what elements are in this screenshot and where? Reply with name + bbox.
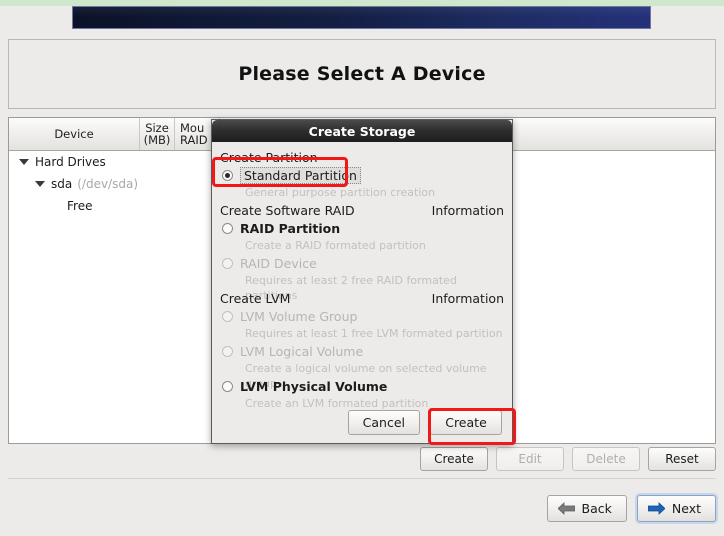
row-device-name: Free [67,199,93,213]
triangle-down-icon[interactable] [35,181,45,187]
option-raid-partition-description: Create a RAID formated partition [245,239,426,252]
triangle-down-icon[interactable] [19,159,29,165]
row-device-cell: sda (/dev/sda) [9,177,166,191]
edit-button: Edit [496,447,564,471]
section-header-create-software-raid: Create Software RAID Information [220,203,504,218]
back-button-label: Back [581,500,612,516]
option-raid-device: RAID Device [222,254,504,273]
radio-lvm-volume-group-icon [222,311,233,322]
section-header-create-partition: Create Partition [220,150,504,165]
option-lvm-physical-volume-description: Create an LVM formated partition [245,397,429,410]
row-device-cell: Hard Drives [9,155,150,169]
radio-standard-partition-icon[interactable] [222,170,233,181]
section-info-link[interactable]: Information [432,203,504,218]
installer-banner [72,6,651,29]
reset-button[interactable]: Reset [648,447,716,471]
dialog-body: Create Partition Standard Partition Gene… [212,142,512,411]
option-raid-device-label: RAID Device [240,256,317,271]
section-info-link[interactable]: Information [432,291,504,306]
dialog-titlebar: Create Storage [212,120,512,142]
dialog-cancel-button[interactable]: Cancel [347,410,420,435]
option-lvm-logical-volume: LVM Logical Volume [222,342,504,361]
device-action-buttons: Create Edit Delete Reset [8,446,716,472]
page-title: Please Select A Device [238,63,486,85]
footer-divider [8,478,716,479]
wizard-navigation: Back Next [546,494,716,522]
section-title: Create Software RAID [220,203,355,218]
option-raid-device-description: Requires at least 2 free RAID formated p… [245,274,457,302]
row-device-name: sda [51,177,73,191]
column-header-device[interactable]: Device [9,118,140,150]
column-header-size[interactable]: Size (MB) [140,118,175,150]
column-header-size-line2: (MB) [143,133,171,147]
option-lvm-physical-volume-label: LVM Physical Volume [240,379,388,394]
dialog-title: Create Storage [308,123,416,139]
column-header-mount-line2: RAID [180,133,208,147]
section-title: Create Partition [220,150,318,165]
arrow-right-icon [647,501,665,515]
radio-lvm-logical-volume-icon [222,346,233,357]
radio-lvm-physical-volume-icon[interactable] [222,381,233,392]
option-lvm-physical-volume[interactable]: LVM Physical Volume [222,377,504,396]
radio-raid-partition-icon[interactable] [222,223,233,234]
option-lvm-volume-group-label: LVM Volume Group [240,309,358,324]
column-header-device-label: Device [54,126,94,141]
next-button-label: Next [671,500,701,516]
option-standard-partition-description: General purpose partition creation [245,186,436,199]
create-storage-dialog: Create Storage Create Partition Standard… [211,119,513,444]
section-header-create-lvm: Create LVM Information [220,291,504,306]
option-lvm-logical-volume-description: Create a logical volume on selected volu… [245,362,487,390]
delete-button: Delete [572,447,640,471]
arrow-left-icon [557,501,575,515]
option-standard-partition[interactable]: Standard Partition [222,166,504,185]
option-lvm-volume-group: LVM Volume Group [222,307,504,326]
row-device-name: Hard Drives [35,155,106,169]
section-title: Create LVM [220,291,291,306]
radio-raid-device-icon [222,258,233,269]
dialog-create-button[interactable]: Create [430,410,502,435]
option-raid-partition-label: RAID Partition [240,221,341,236]
option-lvm-volume-group-description: Requires at least 1 free LVM formated pa… [245,327,503,340]
option-lvm-logical-volume-label: LVM Logical Volume [240,344,364,359]
option-standard-partition-label: Standard Partition [240,167,361,184]
dialog-button-bar: Cancel Create [212,410,512,435]
create-button[interactable]: Create [420,447,488,471]
row-device-cell: Free [9,199,198,213]
row-device-path: (/dev/sda) [77,177,139,191]
back-button[interactable]: Back [546,494,627,522]
next-button[interactable]: Next [636,494,716,522]
page-title-panel: Please Select A Device [8,39,716,109]
option-raid-partition[interactable]: RAID Partition [222,219,504,238]
